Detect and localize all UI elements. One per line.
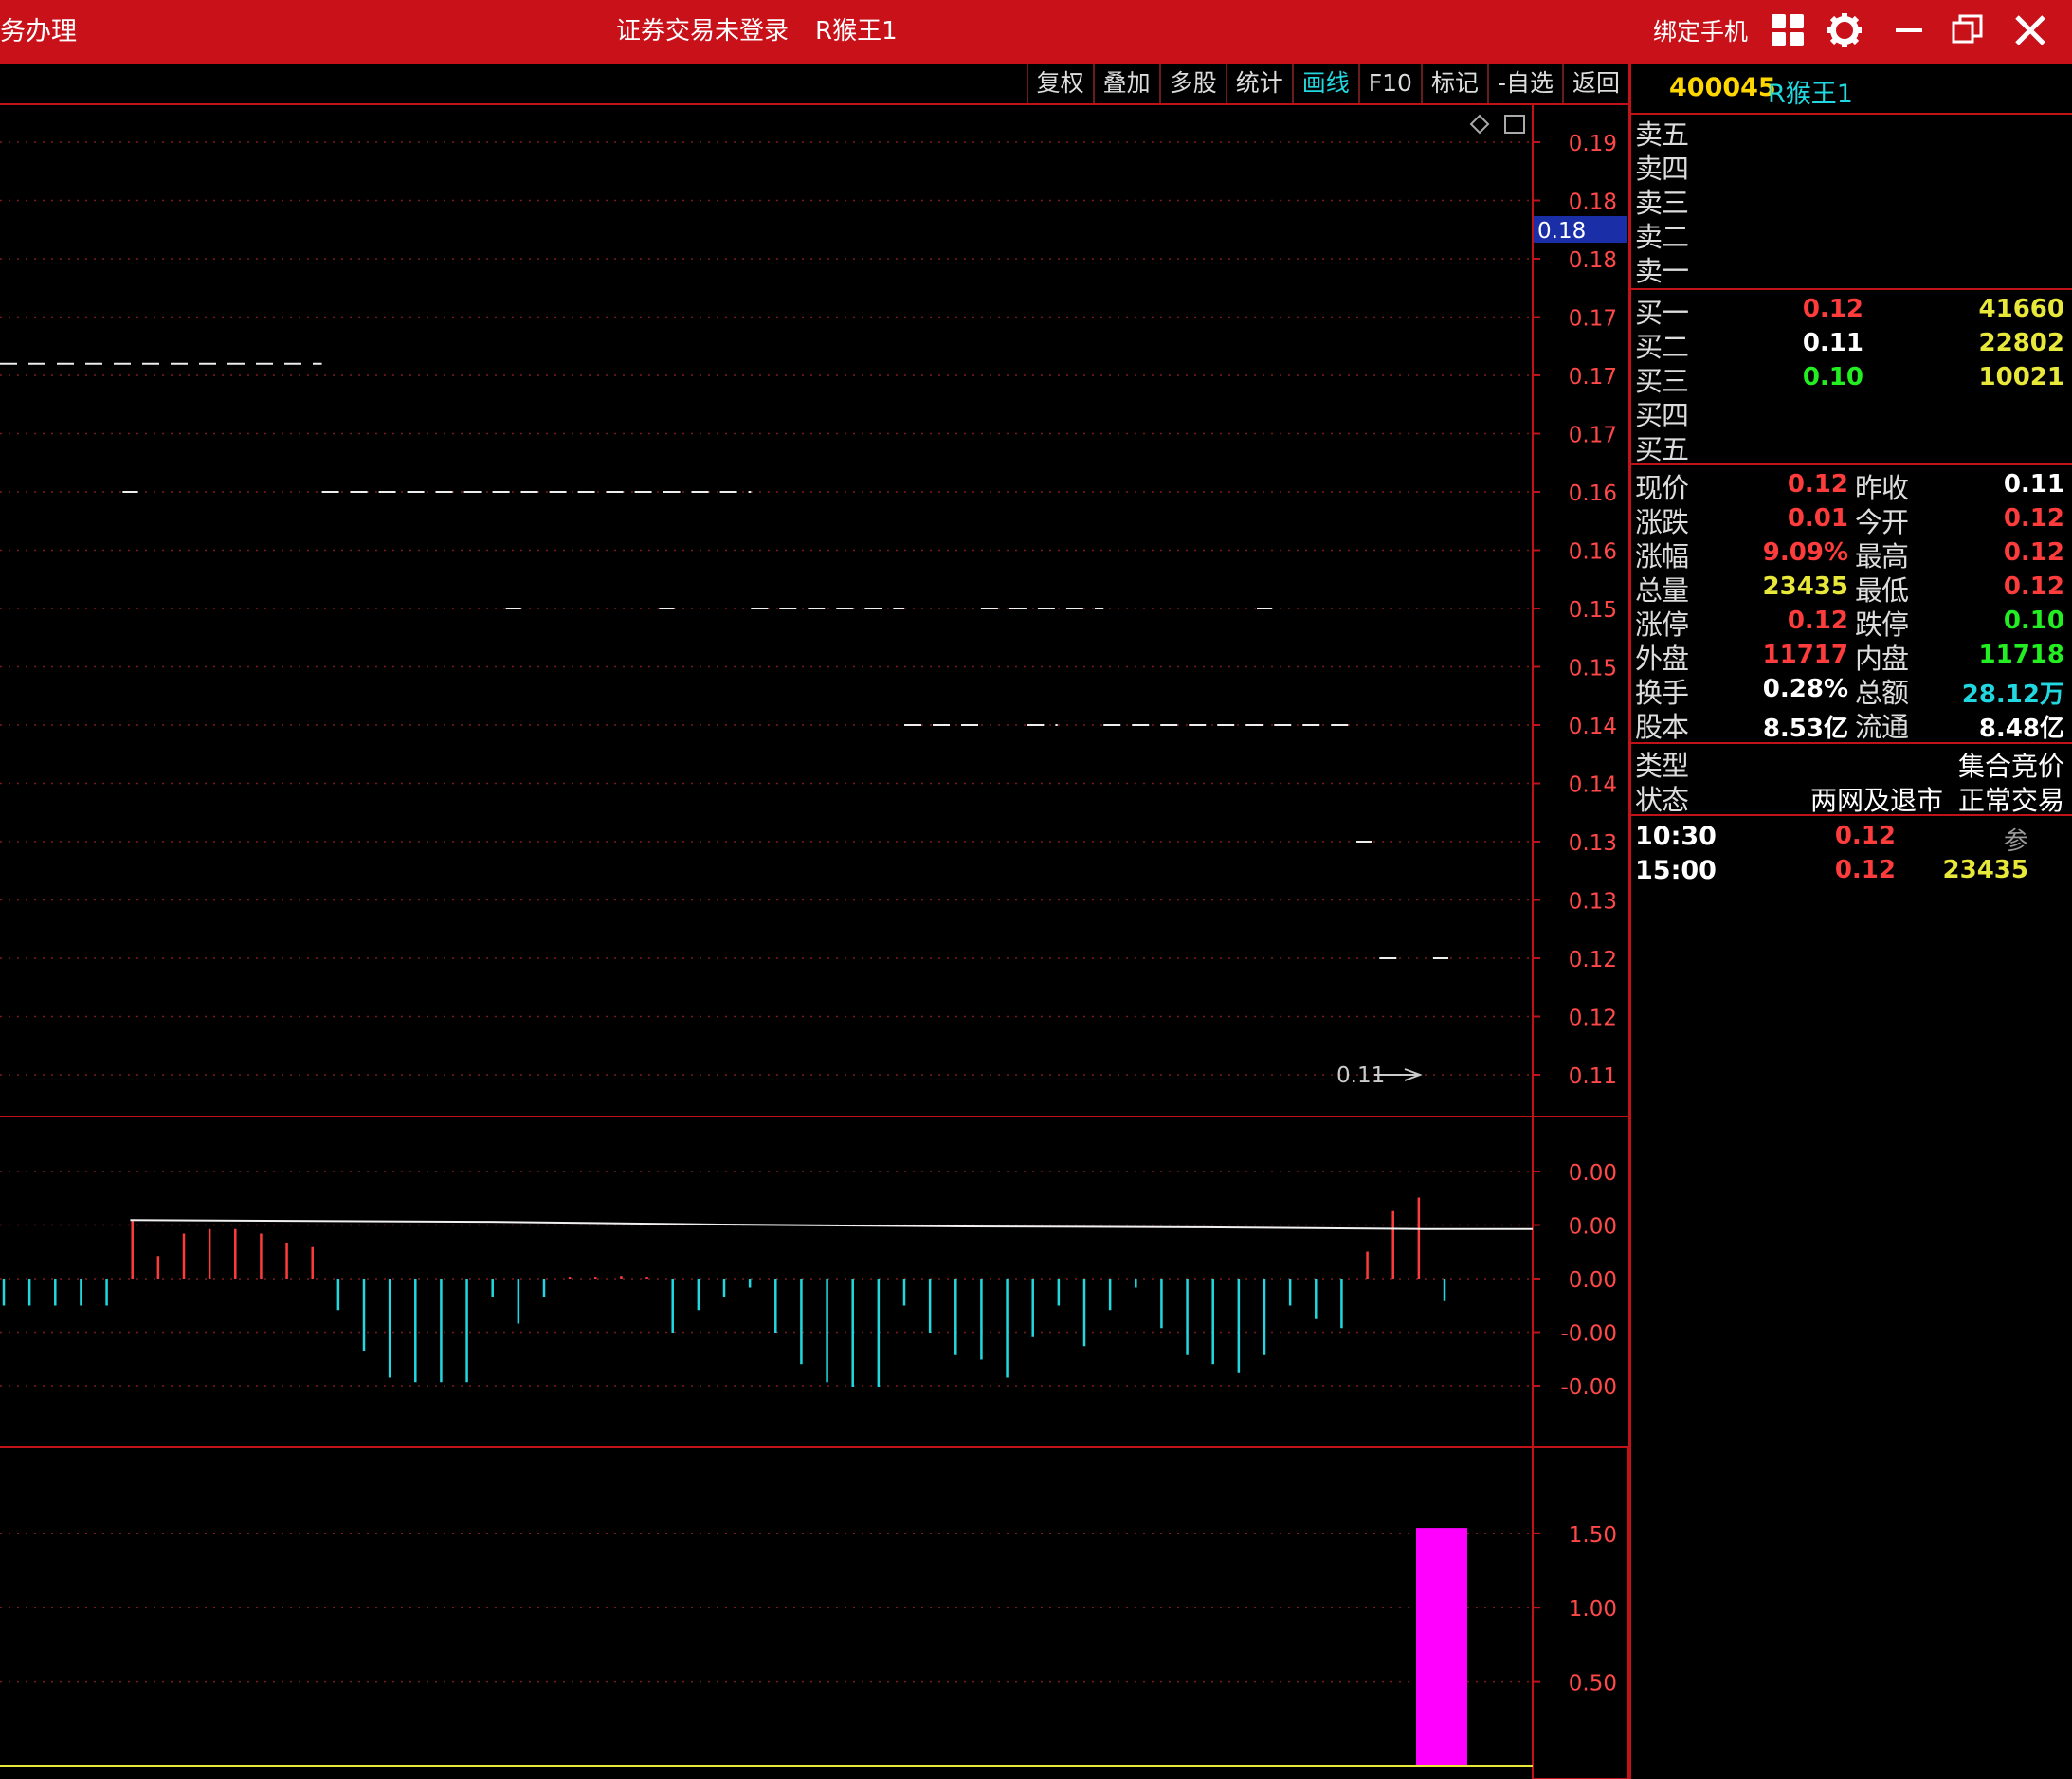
quote-value: 0.10 — [2003, 607, 2064, 635]
buy-level-price: 0.11 — [1802, 329, 1863, 357]
tick-extra: 参 — [2003, 827, 2028, 856]
chart-toolbar: 复权 叠加 多股 统计 画线 F10 标记 -自选 返回 — [0, 64, 1628, 105]
quote-value: 11718 — [1978, 641, 2064, 669]
panel-toggle-icon — [1504, 115, 1525, 134]
title-bar: 务办理 证券交易未登录 R猴王1 绑定手机 — [0, 0, 2072, 64]
quote-value: 8.53亿 — [1762, 715, 1848, 743]
tick-price: 0.12 — [1834, 822, 1896, 850]
quote-value: 28.12万 — [1961, 681, 2064, 709]
status-value-trading: 正常交易 — [1957, 785, 2064, 816]
toolbar-tab[interactable]: 复权 — [1026, 64, 1093, 103]
price-tick-label: 0.14 — [1569, 773, 1617, 798]
price-tick-label: 0.15 — [1569, 598, 1617, 623]
toolbar-tab[interactable]: 叠加 — [1092, 64, 1159, 103]
price-tick-label: 0.13 — [1569, 831, 1617, 856]
quote-value: 8.48亿 — [1978, 715, 2064, 743]
quote-panel: 400045 R猴王1 卖五 卖四 卖三 卖二 卖一 买一 0.12 41660 买二 0.11 2… — [1628, 64, 2072, 1779]
quote-value: 0.12 — [1787, 607, 1848, 635]
tick-time: 15:00 — [1635, 856, 1717, 885]
price-tick-label: 0.18 — [1569, 191, 1617, 215]
restore-window-icon[interactable] — [1945, 8, 1990, 53]
price-tick-label: 0.13 — [1569, 890, 1617, 915]
price-tick-label: 0.16 — [1569, 540, 1617, 565]
volume-tick-label: 1.00 — [1569, 1597, 1617, 1622]
toolbar-tab[interactable]: 标记 — [1420, 64, 1487, 103]
volume-tick-label: 0.50 — [1569, 1672, 1617, 1697]
price-tick-label: 0.17 — [1569, 424, 1617, 448]
quote-value: 0.12 — [2003, 504, 2064, 533]
toolbar-tab[interactable]: -自选 — [1486, 64, 1562, 103]
tick-price: 0.12 — [1834, 856, 1896, 884]
price-tick-label: 0.19 — [1569, 132, 1617, 156]
price-tick-label: 0.12 — [1569, 948, 1617, 972]
price-tick-label: 0.17 — [1569, 365, 1617, 390]
quote-value: 9.09% — [1762, 538, 1848, 567]
macd-tick-label: 0.00 — [1569, 1161, 1617, 1186]
quote-label: 流通 — [1855, 711, 1909, 743]
price-tick-label: 0.15 — [1569, 657, 1617, 681]
tick-time: 10:30 — [1635, 822, 1717, 851]
buy-level-label: 买五 — [1635, 433, 1689, 465]
quote-value: 0.01 — [1787, 504, 1848, 533]
buy-level-volume: 10021 — [1978, 363, 2064, 391]
quote-value: 0.11 — [2003, 470, 2064, 499]
toolbar-tab[interactable]: 画线 — [1291, 64, 1358, 103]
toolbar-tabs: 复权 叠加 多股 统计 画线 F10 标记 -自选 返回 — [1026, 64, 1628, 103]
quote-value: 0.28% — [1762, 675, 1848, 703]
macd-tick-label: 0.00 — [1569, 1215, 1617, 1240]
macd-tick-label: -0.00 — [1560, 1322, 1617, 1347]
quote-label: 股本 — [1635, 711, 1689, 743]
menu-title-fragment[interactable]: 务办理 — [0, 0, 77, 64]
status-value-market: 两网及退市 — [1809, 785, 1943, 816]
quote-value: 11717 — [1762, 641, 1848, 669]
window-stock-name: R猴王1 — [815, 17, 898, 45]
sell-level-label: 卖一 — [1635, 255, 1689, 287]
toolbar-tab[interactable]: F10 — [1357, 64, 1421, 103]
chart-area[interactable]: 0.19 0.18 0.18 0.17 0.17 0.17 0.16 0.16 0.15 0.15… — [0, 104, 1628, 1779]
stock-code: 400045 — [1669, 73, 1776, 102]
stock-header: 400045 R猴王1 — [1631, 64, 2072, 115]
price-tick-label: 0.16 — [1569, 481, 1617, 506]
macd-tick-label: 0.00 — [1569, 1268, 1617, 1293]
toolbar-tab[interactable]: 多股 — [1158, 64, 1226, 103]
volume-bar — [1416, 1528, 1467, 1766]
buy-level-volume: 41660 — [1978, 295, 2064, 323]
buy-level-price: 0.10 — [1802, 363, 1863, 391]
type-value: 集合竞价 — [1957, 751, 2064, 782]
volume-tick-label: 1.50 — [1569, 1523, 1617, 1548]
buy-level-price: 0.12 — [1802, 295, 1863, 323]
tick-extra: 23435 — [1942, 856, 2028, 884]
settings-gear-icon[interactable] — [1822, 8, 1867, 53]
login-status: 证券交易未登录 — [616, 17, 790, 45]
macd-tick-label: -0.00 — [1560, 1375, 1617, 1400]
close-icon[interactable] — [2008, 8, 2053, 53]
quote-value: 23435 — [1762, 572, 1848, 601]
stock-name: R猴王1 — [1768, 80, 1853, 109]
quote-value: 0.12 — [2003, 572, 2064, 601]
quote-value: 0.12 — [1787, 470, 1848, 499]
toolbar-tab[interactable]: 统计 — [1225, 64, 1292, 103]
quote-value: 0.12 — [2003, 538, 2064, 567]
status-label: 状态 — [1635, 784, 1689, 816]
toolbar-tab[interactable]: 返回 — [1561, 64, 1628, 103]
minimize-icon[interactable] — [1886, 8, 1932, 53]
layout-grid-icon[interactable] — [1765, 8, 1810, 53]
price-tick-label: 0.12 — [1569, 1007, 1617, 1031]
current-price-label: 0.18 — [1537, 219, 1586, 244]
price-tick-label: 0.11 — [1569, 1064, 1617, 1089]
buy-level-volume: 22802 — [1978, 329, 2064, 357]
price-tick-label: 0.18 — [1569, 248, 1617, 273]
bind-phone-link[interactable]: 绑定手机 — [1653, 0, 1748, 64]
price-tick-label: 0.14 — [1569, 715, 1617, 739]
diamond-icon — [1469, 114, 1490, 135]
price-tick-label: 0.17 — [1569, 307, 1617, 332]
